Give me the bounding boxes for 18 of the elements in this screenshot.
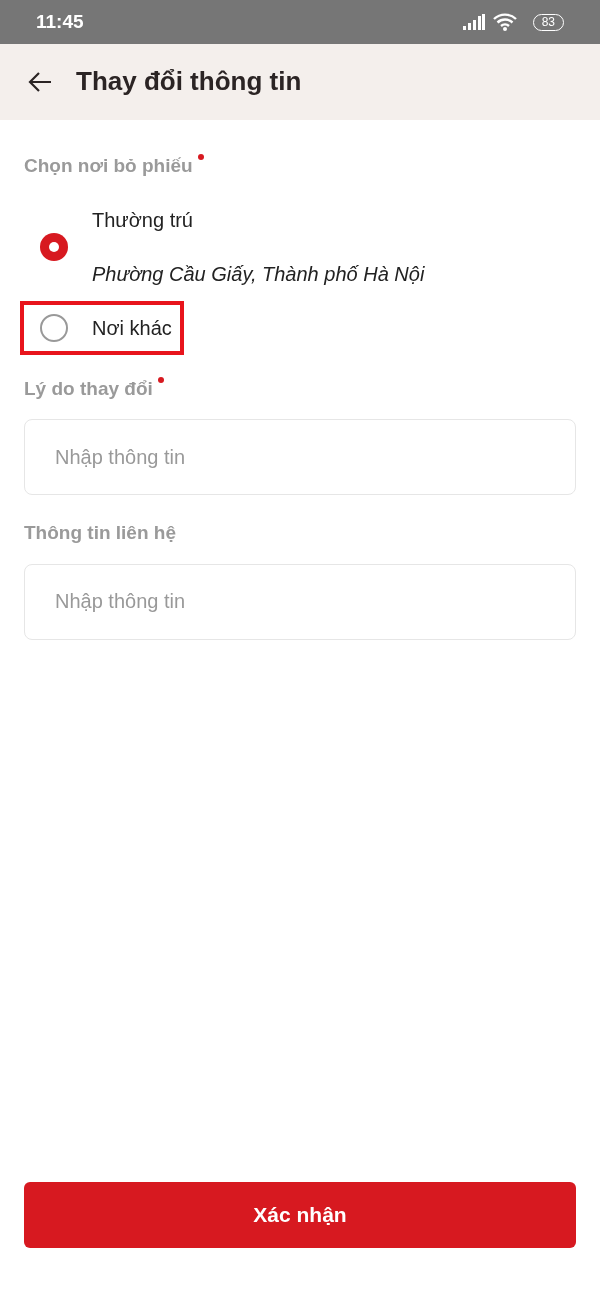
option-label: Thường trú (92, 207, 194, 233)
input-field[interactable]: Nhập thông tin (24, 563, 576, 640)
field-label: Lý do thay đổi (24, 377, 164, 399)
radio-option[interactable]: Nơi khác (24, 304, 180, 351)
back-icon[interactable] (28, 72, 52, 92)
confirm-button[interactable]: Xác nhận (24, 1182, 576, 1248)
radio-checked[interactable] (40, 232, 68, 261)
field-label: Thông tin liên hệ (24, 522, 176, 543)
signal-icon (462, 14, 485, 30)
radio-unchecked[interactable] (40, 313, 68, 342)
screen-title: Thay đổi thông tin (76, 66, 302, 98)
radio-option[interactable]: Thường trú Phường Cầu Giấy, Thành phố Hà Nội (24, 196, 433, 297)
wifi-icon (492, 13, 517, 31)
option-detail: Phường Cầu Giấy, Thành phố Hà Nội (92, 261, 425, 287)
status-time: 11:45 (36, 9, 84, 34)
option-label: Nơi khác (92, 315, 172, 341)
input-field[interactable]: Nhập thông tin (24, 419, 576, 495)
field-label: Chọn nơi bỏ phiếu (24, 155, 204, 176)
